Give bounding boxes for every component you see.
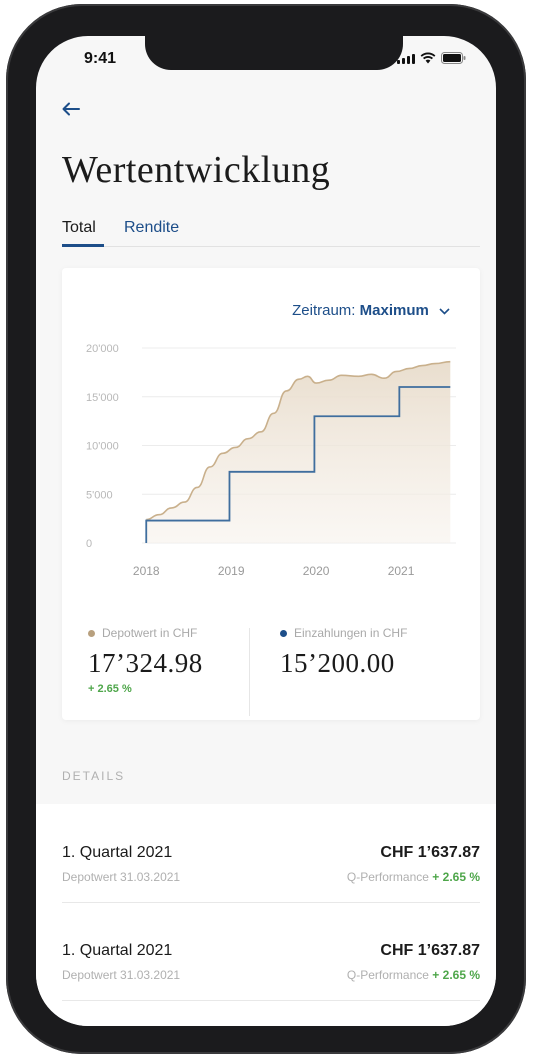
quarter-amount: CHF 1’637.87 [380, 844, 480, 861]
list-item[interactable]: 1. Quartal 2021 Depotwert 31.03.2021 CHF… [62, 804, 480, 903]
status-icons [397, 52, 466, 64]
y-tick-label: 20'000 [86, 343, 119, 355]
arrow-left-icon [62, 102, 80, 116]
phone-frame: 9:41 Wertentwicklung Total Rendite Zeitr… [6, 4, 526, 1054]
quarter-title: 1. Quartal 2021 [62, 844, 173, 861]
details-list: 1. Quartal 2021 Depotwert 31.03.2021 CHF… [36, 804, 496, 1026]
quarter-title: 1. Quartal 2021 [62, 942, 173, 959]
chart-card: Zeitraum: Maximum 20'000 15'000 10'000 5'00… [62, 268, 480, 720]
y-tick-label: 10'000 [86, 441, 119, 453]
list-item[interactable]: 1. Quartal 2021 Depotwert 31.03.2021 CHF… [62, 902, 480, 1001]
tab-rendite[interactable]: Rendite [124, 219, 179, 237]
y-tick-label: 0 [86, 538, 92, 550]
depotwert-value: 17’324.98 [88, 648, 203, 678]
y-tick-label: 5'000 [86, 489, 113, 501]
depotwert-change: + 2.65 % [88, 683, 132, 695]
depotwert-dot [88, 629, 95, 637]
quarter-performance: Q-Performance + 2.65 % [347, 968, 480, 982]
performance-label: Q-Performance [346, 968, 429, 982]
quarter-subtitle: Depotwert 31.03.2021 [62, 968, 181, 982]
tab-total[interactable]: Total [62, 219, 96, 237]
x-tick-label: 2019 [218, 564, 245, 578]
back-button[interactable] [62, 98, 80, 120]
zeitraum-dropdown[interactable]: Zeitraum: Maximum [292, 302, 450, 319]
performance-value: + 2.65 % [432, 968, 480, 982]
legend-depotwert: Depotwert in CHF 17’324.98 + 2.65 % [88, 626, 203, 695]
cellular-signal-icon [397, 54, 415, 64]
einzahlungen-dot [280, 629, 287, 637]
legend-divider [249, 628, 250, 716]
legend-einzahlungen: Einzahlungen in CHF 15’200.00 [280, 626, 407, 679]
performance-value: + 2.65 % [432, 870, 480, 884]
zeitraum-label: Zeitraum: [292, 302, 356, 319]
einzahlungen-label: Einzahlungen in CHF [294, 626, 408, 640]
performance-label: Q-Performance [346, 870, 429, 884]
quarter-performance: Q-Performance + 2.65 % [347, 870, 480, 884]
depotwert-area [146, 361, 451, 543]
status-time: 9:41 [84, 50, 117, 67]
battery-icon [441, 52, 466, 64]
active-tab-indicator [62, 244, 104, 247]
depotwert-label: Depotwert in CHF [102, 626, 198, 640]
quarter-subtitle: Depotwert 31.03.2021 [62, 870, 181, 884]
x-tick-label: 2021 [388, 564, 415, 578]
tab-bar: Total Rendite [62, 216, 480, 247]
zeitraum-value: Maximum [359, 302, 429, 319]
chevron-down-icon [439, 303, 450, 318]
quarter-amount: CHF 1’637.87 [380, 942, 480, 959]
details-heading: DETAILS [62, 769, 126, 783]
page-title: Wertentwicklung [62, 149, 331, 191]
performance-chart: 20'000 15'000 10'000 5'000 0 2018 2019 2020 202… [86, 343, 456, 578]
device-notch [145, 36, 403, 70]
einzahlungen-value: 15’200.00 [280, 648, 395, 678]
y-tick-label: 15'000 [86, 392, 119, 404]
x-tick-label: 2020 [303, 564, 330, 578]
wifi-icon [420, 52, 436, 64]
app-screen: 9:41 Wertentwicklung Total Rendite Zeitr… [36, 36, 496, 1026]
x-tick-label: 2018 [133, 564, 160, 578]
